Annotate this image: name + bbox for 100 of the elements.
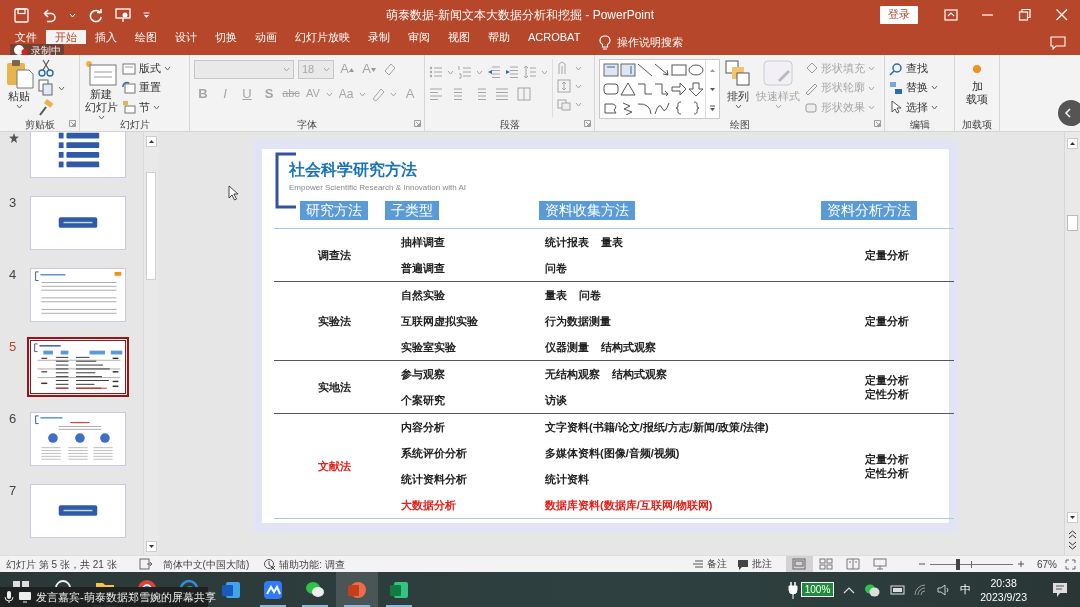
dialog-launcher-icon[interactable] bbox=[874, 120, 881, 127]
dialog-launcher-icon[interactable] bbox=[414, 120, 421, 127]
dropdown-caret-icon[interactable] bbox=[15, 104, 23, 110]
dropdown-caret-icon[interactable] bbox=[931, 85, 938, 91]
arrange-button[interactable]: 排列 bbox=[724, 59, 752, 117]
layout-button[interactable]: 版式 bbox=[122, 59, 171, 79]
format-painter-icon[interactable] bbox=[38, 99, 54, 117]
dialog-launcher-icon[interactable] bbox=[584, 120, 591, 127]
next-slide-icon[interactable] bbox=[1067, 540, 1078, 551]
input-method-indicator[interactable]: 中 bbox=[960, 581, 972, 598]
clear-format-icon[interactable] bbox=[382, 61, 398, 77]
ribbon-tab[interactable]: 绘图 bbox=[126, 30, 166, 44]
justify-icon[interactable] bbox=[495, 87, 509, 101]
ribbon-tab[interactable]: 视图 bbox=[439, 30, 479, 44]
reset-button[interactable]: 重置 bbox=[122, 78, 171, 98]
ribbon-tab[interactable]: 文件 bbox=[6, 30, 46, 44]
section-button[interactable]: 节 bbox=[122, 97, 171, 117]
sign-in-button[interactable]: 登录 bbox=[880, 6, 918, 24]
add-ins-button[interactable]: 加 载项 bbox=[959, 59, 995, 117]
select-button[interactable]: 选择 bbox=[889, 97, 938, 117]
elbow-connector-icon[interactable] bbox=[637, 82, 653, 96]
indent-icon[interactable] bbox=[505, 65, 519, 79]
ribbon-tab[interactable]: 插入 bbox=[86, 30, 126, 44]
zoom-percentage[interactable]: 67% bbox=[1037, 556, 1057, 572]
line-icon[interactable] bbox=[637, 63, 653, 77]
elbow-arrow-icon[interactable] bbox=[654, 82, 670, 96]
screen-icon[interactable] bbox=[18, 591, 32, 603]
ribbon-tab[interactable]: 开始 bbox=[46, 30, 86, 44]
ribbon-tab[interactable]: 录制 bbox=[359, 30, 399, 44]
line-spacing-icon[interactable] bbox=[523, 65, 537, 79]
dialog-launcher-icon[interactable] bbox=[69, 120, 76, 127]
dropdown-caret-icon[interactable] bbox=[97, 115, 105, 121]
clock[interactable]: 20:38 2023/9/23 bbox=[980, 575, 1027, 604]
meeting-app-icon[interactable] bbox=[262, 578, 284, 601]
chat-bubbles-icon[interactable] bbox=[864, 582, 881, 597]
zoom-in-icon[interactable] bbox=[1017, 560, 1025, 568]
scrollbar-thumb[interactable] bbox=[146, 172, 156, 280]
ribbon-tab[interactable]: 帮助 bbox=[479, 30, 519, 44]
ribbon-tab[interactable]: 设计 bbox=[166, 30, 206, 44]
normal-view-icon[interactable] bbox=[792, 558, 807, 570]
accessibility-icon[interactable] bbox=[263, 558, 277, 570]
windows-icon[interactable] bbox=[10, 578, 32, 587]
align-center-icon[interactable] bbox=[451, 87, 465, 101]
accessibility-status[interactable]: 辅助功能: 调查 bbox=[279, 556, 345, 572]
undo-icon[interactable] bbox=[41, 7, 57, 23]
notes-button[interactable]: 备注 bbox=[692, 556, 727, 572]
curve-icon[interactable] bbox=[654, 101, 670, 115]
ribbon-tab[interactable]: ACROBAT bbox=[519, 30, 590, 44]
chevron-up-icon[interactable] bbox=[843, 585, 856, 594]
arrow-line-icon[interactable] bbox=[654, 63, 670, 77]
dropdown-caret-icon[interactable] bbox=[734, 104, 742, 110]
rectangle-icon[interactable] bbox=[671, 63, 687, 77]
find-button[interactable]: 查找 bbox=[889, 59, 938, 79]
right-arrow-icon[interactable] bbox=[671, 82, 687, 96]
new-slide-button[interactable]: 新建 幻灯片 bbox=[84, 59, 118, 117]
scroll-up-icon[interactable] bbox=[1067, 138, 1078, 149]
dropdown-caret-icon[interactable] bbox=[164, 66, 171, 72]
dropdown-caret-icon[interactable] bbox=[58, 85, 65, 91]
ribbon-tab[interactable]: 幻灯片放映 bbox=[286, 30, 359, 44]
down-arrow-icon[interactable] bbox=[688, 82, 704, 96]
scrollbar-thumb[interactable] bbox=[1067, 215, 1078, 231]
paste-button[interactable]: 粘贴 bbox=[4, 59, 34, 117]
rounded-rectangle-icon[interactable] bbox=[603, 82, 619, 96]
oval-icon[interactable] bbox=[688, 63, 704, 77]
dropdown-caret-icon[interactable] bbox=[153, 104, 160, 110]
ribbon-tab[interactable]: 审阅 bbox=[399, 30, 439, 44]
scroll-down-icon[interactable] bbox=[145, 541, 157, 552]
close-icon[interactable] bbox=[1054, 8, 1069, 22]
restore-icon[interactable] bbox=[1017, 8, 1032, 22]
device-icon[interactable] bbox=[889, 583, 906, 596]
scroll-down-icon[interactable] bbox=[709, 86, 716, 92]
align-text-icon[interactable] bbox=[557, 79, 571, 93]
tell-me-search[interactable]: 操作说明搜索 bbox=[617, 34, 684, 51]
comment-icon[interactable] bbox=[1050, 35, 1066, 50]
comments-button[interactable]: 批注 bbox=[737, 556, 772, 572]
ribbon-tab[interactable]: 动画 bbox=[246, 30, 286, 44]
scroll-down-icon[interactable] bbox=[1067, 512, 1078, 523]
redo-icon[interactable] bbox=[88, 7, 103, 23]
speaker-icon[interactable] bbox=[937, 583, 952, 596]
language-status[interactable]: 简体中文(中国大陆) bbox=[162, 556, 250, 572]
triangle-icon[interactable] bbox=[620, 82, 636, 96]
more-shapes-icon[interactable] bbox=[709, 105, 716, 112]
freeform-icon[interactable] bbox=[603, 101, 619, 115]
copy-icon[interactable] bbox=[38, 79, 54, 97]
save-icon[interactable] bbox=[14, 7, 29, 23]
previous-slide-icon[interactable] bbox=[1067, 529, 1078, 540]
scroll-up-icon[interactable] bbox=[145, 136, 157, 147]
reading-view-icon[interactable] bbox=[846, 558, 861, 570]
dropdown-caret-icon[interactable] bbox=[931, 104, 938, 110]
outdent-icon[interactable] bbox=[487, 65, 501, 79]
proofing-icon[interactable] bbox=[138, 558, 153, 570]
arc-icon[interactable] bbox=[637, 101, 653, 115]
microphone-icon[interactable] bbox=[4, 590, 14, 604]
slide-sorter-icon[interactable] bbox=[819, 558, 834, 570]
slideshow-icon[interactable] bbox=[873, 558, 888, 570]
notification-icon[interactable] bbox=[1052, 581, 1068, 598]
scissors-icon[interactable] bbox=[38, 59, 54, 77]
replace-button[interactable]: 替换 bbox=[889, 78, 938, 98]
customize-caret-icon[interactable] bbox=[143, 11, 150, 19]
slide-thumbnail[interactable] bbox=[30, 340, 126, 394]
